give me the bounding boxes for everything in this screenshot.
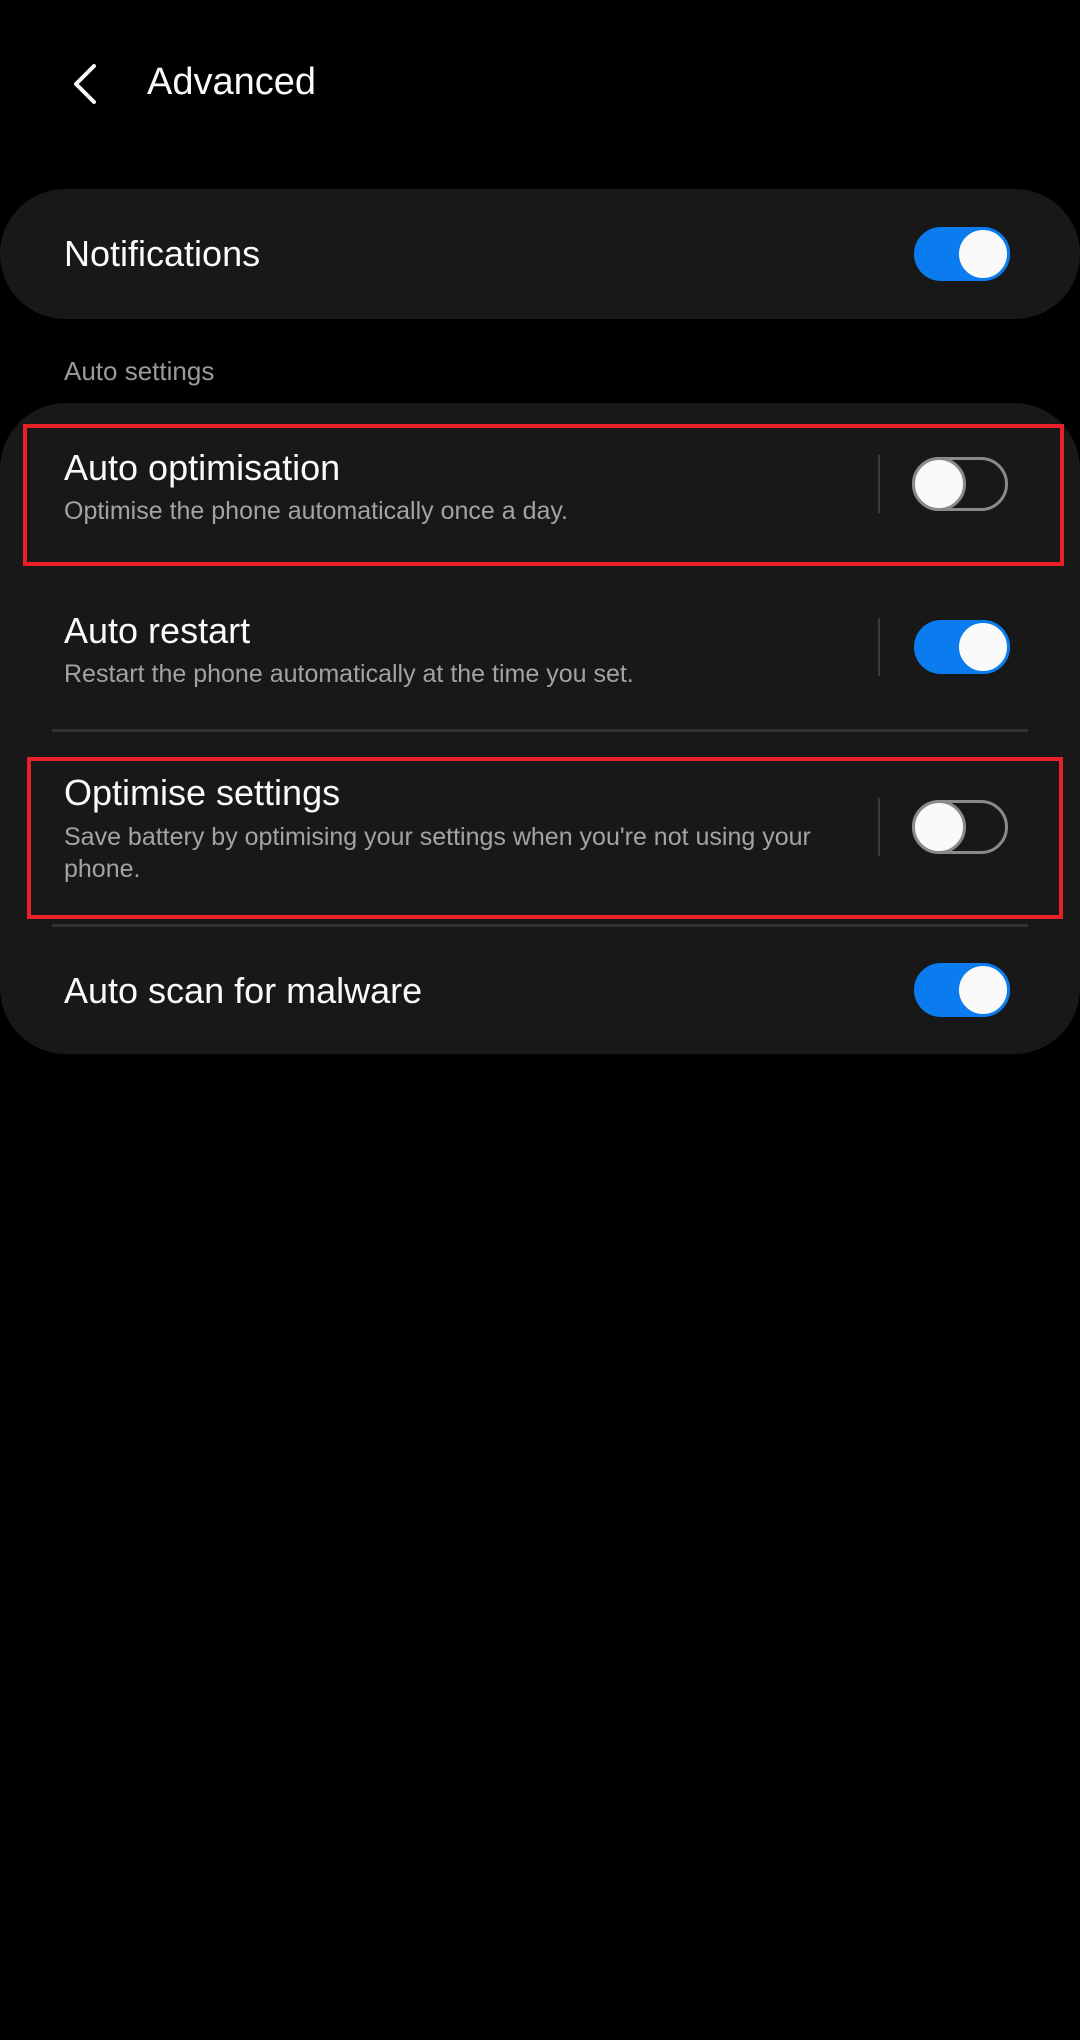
divider — [52, 924, 1028, 927]
notifications-row[interactable]: Notifications — [0, 189, 1080, 319]
auto-restart-title: Auto restart — [64, 610, 251, 651]
toggle-knob — [956, 963, 1010, 1017]
section-header: Auto settings — [64, 356, 215, 386]
auto-restart-subtitle: Restart the phone automatically at the t… — [64, 660, 634, 688]
notifications-toggle[interactable] — [914, 227, 1010, 281]
toggle-knob — [956, 227, 1010, 281]
chevron-left-icon[interactable] — [66, 62, 106, 106]
auto-restart-toggle[interactable] — [914, 620, 1010, 674]
notifications-label: Notifications — [64, 233, 261, 274]
highlight-box — [27, 757, 1063, 919]
auto-scan-malware-toggle[interactable] — [914, 963, 1010, 1017]
auto-scan-malware-title: Auto scan for malware — [64, 970, 423, 1011]
toggle-knob — [956, 620, 1010, 674]
page-title: Advanced — [147, 61, 317, 103]
divider — [52, 729, 1028, 732]
divider — [878, 618, 880, 676]
highlight-box — [23, 424, 1064, 566]
